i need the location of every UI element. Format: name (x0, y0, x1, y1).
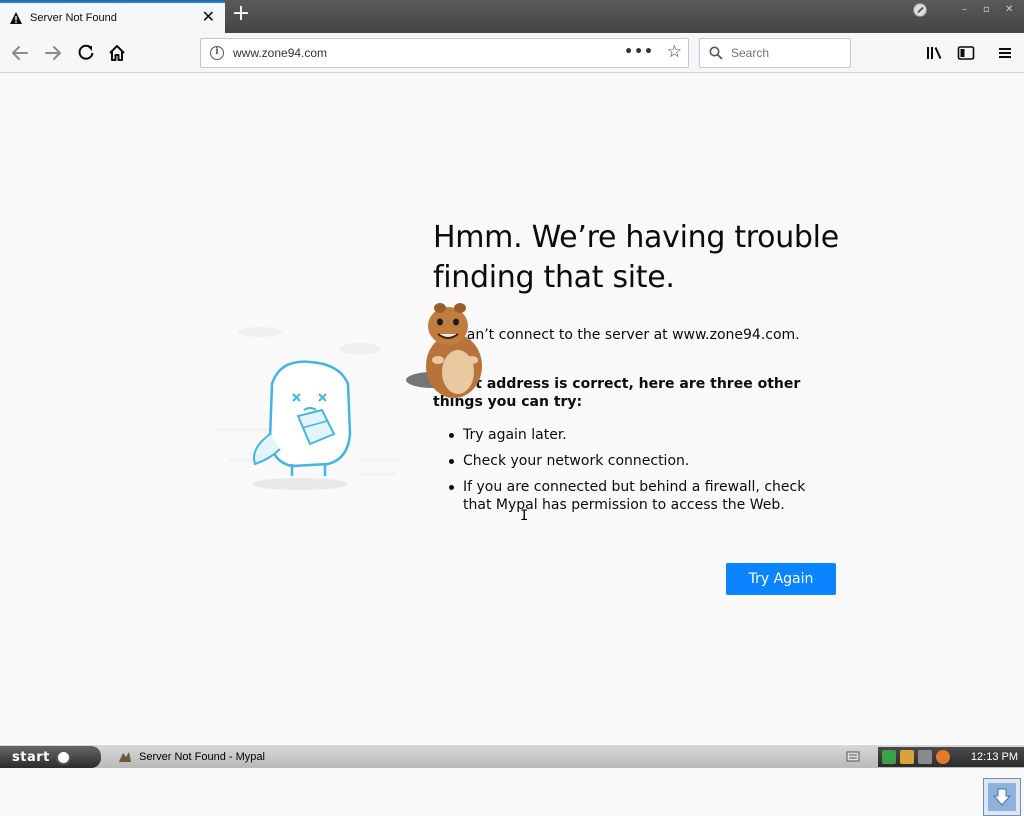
minimize-button[interactable]: – (962, 4, 967, 15)
home-button[interactable] (105, 41, 129, 65)
lost-dinosaur-illustration (215, 327, 400, 490)
taskbar-item-mypal[interactable]: Server Not Found - Mypal (112, 747, 362, 767)
sidebar-icon (957, 46, 975, 60)
network-tray-icon[interactable] (882, 750, 896, 764)
new-tab-button[interactable]: + (230, 3, 252, 26)
navigation-toolbar: i www.zone94.com ••• ☆ Search (0, 33, 1024, 73)
url-text[interactable]: www.zone94.com (233, 46, 327, 60)
error-page: Hmm. We’re having trouble finding that s… (0, 74, 1024, 816)
settings-tray-icon[interactable] (918, 750, 932, 764)
download-notification-button[interactable] (983, 778, 1021, 816)
browser-badge-icon (913, 3, 927, 17)
library-button[interactable] (923, 41, 947, 65)
back-arrow-icon (12, 46, 28, 60)
start-label: start (12, 749, 50, 765)
suggestion-item: If you are connected but behind a firewa… (449, 478, 829, 514)
tab-strip: Server Not Found ✕ + – ▫ ✕ (0, 0, 1024, 33)
suggestion-item: Try again later. (449, 426, 829, 444)
hamster-desktop-pet[interactable] (404, 300, 494, 405)
restore-button[interactable]: ▫ (983, 4, 990, 15)
hamburger-menu-icon (999, 48, 1011, 58)
close-window-button[interactable]: ✕ (1005, 4, 1013, 15)
search-bar[interactable]: Search (699, 38, 851, 68)
site-info-icon[interactable]: i (210, 46, 224, 60)
suggestion-item: Check your network connection. (449, 452, 829, 470)
clock[interactable]: 12:13 PM (971, 751, 1018, 763)
library-icon (927, 47, 942, 59)
warning-icon (10, 12, 22, 24)
taskbar-item-label: Server Not Found - Mypal (139, 751, 265, 763)
reload-button[interactable] (74, 41, 98, 65)
try-again-button[interactable]: Try Again (726, 563, 836, 595)
search-tray-icon[interactable] (936, 750, 950, 764)
tab-server-not-found[interactable]: Server Not Found ✕ (0, 1, 225, 33)
tab-close-icon[interactable]: ✕ (202, 9, 215, 25)
sidebar-button[interactable] (954, 41, 978, 65)
start-button[interactable]: start (0, 746, 101, 768)
forward-button[interactable] (41, 41, 65, 65)
menu-button[interactable] (993, 41, 1017, 65)
home-icon (109, 45, 125, 61)
suggestion-list: Try again later. Check your network conn… (449, 426, 829, 522)
security-tray-icon[interactable] (900, 750, 914, 764)
tab-title: Server Not Found (30, 12, 117, 24)
download-arrow-icon (992, 788, 1012, 806)
start-orb-icon (55, 749, 71, 765)
search-placeholder: Search (731, 46, 770, 60)
taskbar: start Server Not Found - Mypal 12:13 PM (0, 744, 1024, 768)
search-icon (709, 46, 723, 60)
bookmark-star-icon[interactable]: ☆ (667, 43, 682, 61)
mypal-app-icon (119, 752, 131, 762)
url-bar[interactable]: i www.zone94.com ••• ☆ (200, 38, 689, 68)
page-actions-icon[interactable]: ••• (624, 45, 654, 59)
system-tray: 12:13 PM (878, 747, 1024, 767)
forward-arrow-icon (45, 46, 61, 60)
page-title: Hmm. We’re having trouble finding that s… (433, 220, 839, 295)
back-button[interactable] (8, 41, 32, 65)
reload-icon (78, 44, 94, 60)
keyboard-icon[interactable] (846, 749, 860, 763)
text-cursor-icon: I (520, 508, 529, 524)
